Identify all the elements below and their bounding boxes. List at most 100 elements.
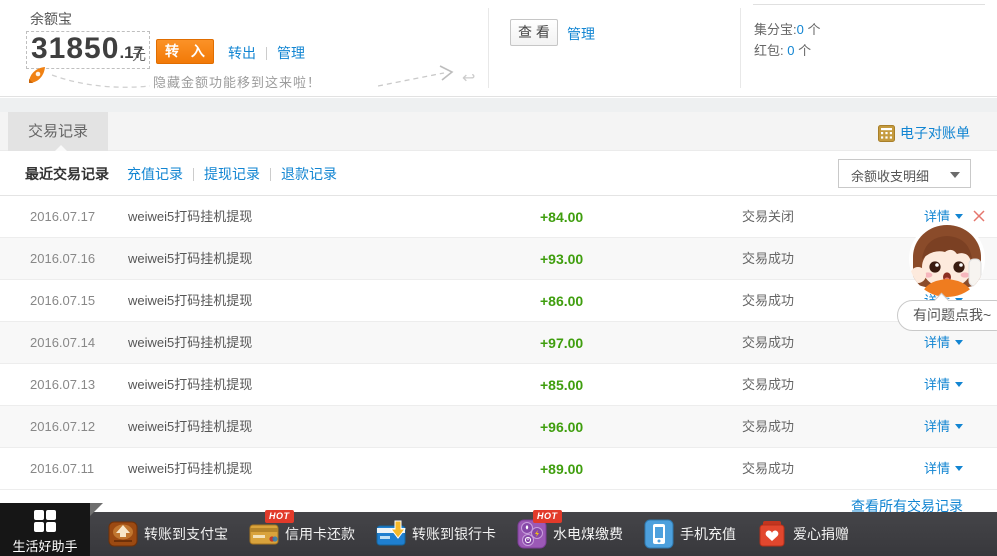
- home-tab-label: 生活好助手: [0, 536, 90, 555]
- chevron-down-icon: [955, 424, 963, 429]
- detail-label: 详情: [924, 461, 950, 476]
- account-summary: 余额宝 31850.17 元 转 入 转出管理 隐藏金额功能移到这来啦！ ↩ 查…: [0, 0, 997, 97]
- divider: [488, 8, 489, 88]
- cell-status: 交易成功: [742, 322, 794, 364]
- table-row: 2016.07.15 weiwei5打码挂机提现 +86.00 交易成功 详情: [0, 280, 997, 322]
- cell-amount: +85.00: [540, 364, 583, 406]
- cell-date: 2016.07.12: [30, 406, 95, 448]
- detail-label: 详情: [924, 335, 950, 350]
- detail-link[interactable]: 详情: [924, 364, 963, 406]
- divider: [753, 4, 985, 5]
- record-type-value: 余额收支明细: [851, 166, 929, 185]
- divider: [193, 168, 194, 181]
- home-tab-fold: [90, 503, 103, 516]
- divider: [270, 168, 271, 181]
- yuebao-label: 余额宝: [30, 9, 72, 29]
- dock-item-transfer-to-alipay[interactable]: 转账到支付宝: [108, 519, 228, 549]
- alipay-balance-page: 余额宝 31850.17 元 转 入 转出管理 隐藏金额功能移到这来啦！ ↩ 查…: [0, 0, 997, 556]
- dock-item-credit-card-repayment[interactable]: HOT 信用卡还款: [249, 519, 355, 549]
- dock-item-label: 信用卡还款: [285, 524, 355, 544]
- donation-heart-icon: [757, 519, 787, 549]
- cell-amount: +93.00: [540, 238, 583, 280]
- dock-item-label: 爱心捐赠: [793, 524, 849, 544]
- dock-item-mobile-recharge[interactable]: 手机充值: [644, 519, 736, 549]
- jifenbao-value[interactable]: 0: [797, 22, 804, 37]
- undo-curl-icon[interactable]: ↩: [462, 68, 475, 88]
- detail-label: 详情: [924, 377, 950, 392]
- cell-amount: +96.00: [540, 406, 583, 448]
- tab-transaction-records[interactable]: 交易记录: [8, 112, 108, 151]
- dock-item-label: 水电煤缴费: [553, 524, 623, 544]
- dock-item-transfer-to-bank-card[interactable]: 转账到银行卡: [376, 519, 496, 549]
- cell-amount: +97.00: [540, 322, 583, 364]
- cell-status: 交易成功: [742, 406, 794, 448]
- divider: [740, 8, 741, 88]
- detail-link[interactable]: 详情: [924, 448, 963, 490]
- table-row: 2016.07.17 weiwei5打码挂机提现 +84.00 交易关闭 详情: [0, 196, 997, 238]
- jifenbao-row: 集分宝:0 个: [754, 19, 821, 38]
- cell-description: weiwei5打码挂机提现: [128, 322, 252, 364]
- cell-description: weiwei5打码挂机提现: [128, 196, 252, 238]
- table-row: 2016.07.11 weiwei5打码挂机提现 +89.00 交易成功 详情: [0, 448, 997, 490]
- table-row: 2016.07.13 weiwei5打码挂机提现 +85.00 交易成功 详情: [0, 364, 997, 406]
- hide-amount-tip: 隐藏金额功能移到这来啦！: [153, 72, 321, 91]
- balance-integer: 31850: [31, 32, 119, 65]
- middle-manage-link[interactable]: 管理: [567, 24, 595, 44]
- dock-item-donation[interactable]: 爱心捐赠: [757, 519, 849, 549]
- table-row: 2016.07.14 weiwei5打码挂机提现 +97.00 交易成功 详情: [0, 322, 997, 364]
- utilities-icon: [517, 519, 547, 549]
- cell-description: weiwei5打码挂机提现: [128, 448, 252, 490]
- view-button[interactable]: 查 看: [510, 19, 558, 46]
- chevron-down-icon: [955, 466, 963, 471]
- table-row: 2016.07.12 weiwei5打码挂机提现 +96.00 交易成功 详情: [0, 406, 997, 448]
- yuebao-manage-link[interactable]: 管理: [277, 45, 305, 61]
- cell-description: weiwei5打码挂机提现: [128, 406, 252, 448]
- hongbao-row: 红包: 0 个: [754, 40, 811, 59]
- record-type-select[interactable]: 余额收支明细: [838, 159, 971, 188]
- refund-records-link[interactable]: 退款记录: [281, 164, 337, 184]
- detail-label: 详情: [924, 419, 950, 434]
- cell-status: 交易成功: [742, 364, 794, 406]
- divider: [266, 47, 267, 60]
- cell-description: weiwei5打码挂机提现: [128, 238, 252, 280]
- hongbao-value[interactable]: 0: [787, 43, 794, 58]
- hot-badge: HOT: [533, 510, 562, 523]
- dashed-arrow-right: [378, 64, 460, 90]
- grid-icon: [33, 509, 57, 533]
- transfer-alipay-icon: [108, 519, 138, 549]
- dock-item-utilities-payment[interactable]: HOT 水电煤缴费: [517, 519, 623, 549]
- cell-date: 2016.07.13: [30, 364, 95, 406]
- jifenbao-label: 集分宝:: [754, 22, 797, 37]
- withdraw-records-link[interactable]: 提现记录: [204, 164, 260, 184]
- recharge-records-link[interactable]: 充值记录: [127, 164, 183, 184]
- dock-item-label: 转账到银行卡: [412, 524, 496, 544]
- detail-link[interactable]: 详情: [924, 406, 963, 448]
- cell-description: weiwei5打码挂机提现: [128, 280, 252, 322]
- transfer-in-button[interactable]: 转 入: [156, 39, 214, 64]
- credit-card-icon: [249, 519, 279, 549]
- mascot-avatar[interactable]: [903, 221, 991, 298]
- cell-date: 2016.07.15: [30, 280, 95, 322]
- e-statement-link[interactable]: 电子对账单: [878, 123, 970, 143]
- cell-amount: +89.00: [540, 448, 583, 490]
- cell-description: weiwei5打码挂机提现: [128, 364, 252, 406]
- transfer-out-link[interactable]: 转出: [228, 45, 256, 61]
- close-icon[interactable]: [971, 208, 987, 224]
- dock-item-label: 手机充值: [680, 524, 736, 544]
- cell-status: 交易成功: [742, 238, 794, 280]
- cell-status: 交易成功: [742, 448, 794, 490]
- chevron-down-icon: [950, 172, 960, 178]
- cell-status: 交易成功: [742, 280, 794, 322]
- bottom-dock: 转账到支付宝 HOT 信用卡还款: [0, 512, 997, 556]
- table-row: 2016.07.16 weiwei5打码挂机提现 +93.00 交易成功 详情: [0, 238, 997, 280]
- recent-records-title: 最近交易记录: [25, 164, 109, 184]
- cell-date: 2016.07.16: [30, 238, 95, 280]
- cell-date: 2016.07.11: [30, 448, 94, 490]
- cell-status: 交易关闭: [742, 196, 794, 238]
- dock-home-tab[interactable]: 生活好助手: [0, 503, 90, 556]
- dashed-line-left: [50, 72, 150, 92]
- help-bubble[interactable]: 有问题点我~: [897, 300, 997, 331]
- bank-card-icon: [376, 519, 406, 549]
- hongbao-unit: 个: [798, 43, 811, 58]
- balance-unit: 元: [132, 45, 146, 65]
